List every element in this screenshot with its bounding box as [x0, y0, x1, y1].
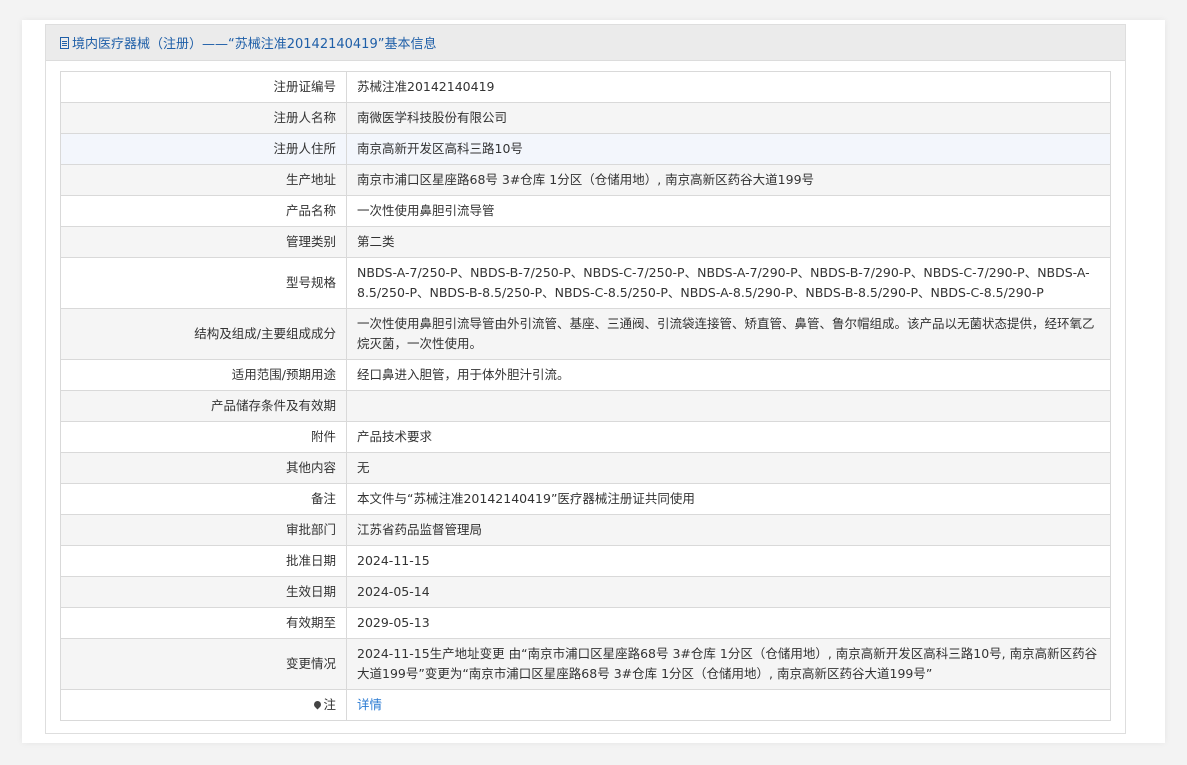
- row-value: 无: [346, 452, 1111, 484]
- row-value: 南京市浦口区星座路68号 3#仓库 1分区（仓储用地）, 南京高新区药谷大道19…: [346, 164, 1111, 196]
- row-value: 江苏省药品监督管理局: [346, 514, 1111, 546]
- table-row: 注册证编号 苏械注准20142140419: [60, 71, 1111, 103]
- row-label: 生产地址: [60, 164, 347, 196]
- row-value: 一次性使用鼻胆引流导管由外引流管、基座、三通阀、引流袋连接管、矫直管、鼻管、鲁尔…: [346, 308, 1111, 360]
- row-label: 结构及组成/主要组成成分: [60, 308, 347, 360]
- panel-header: 境内医疗器械（注册）——“苏械注准20142140419”基本信息: [46, 25, 1125, 61]
- pin-icon: [313, 699, 323, 710]
- row-value: [346, 390, 1111, 422]
- row-label: 备注: [60, 483, 347, 515]
- row-label: 型号规格: [60, 257, 347, 309]
- row-value: 南微医学科技股份有限公司: [346, 102, 1111, 134]
- row-label: 生效日期: [60, 576, 347, 608]
- row-label: 注册人住所: [60, 133, 347, 165]
- row-label: 变更情况: [60, 638, 347, 690]
- row-value-cell: 详情: [346, 689, 1111, 721]
- info-panel: 境内医疗器械（注册）——“苏械注准20142140419”基本信息 注册证编号 …: [45, 24, 1126, 734]
- row-label: 有效期至: [60, 607, 347, 639]
- table-row: 注 详情: [60, 689, 1111, 721]
- row-value: 一次性使用鼻胆引流导管: [346, 195, 1111, 227]
- row-label: 适用范围/预期用途: [60, 359, 347, 391]
- table-row: 审批部门 江苏省药品监督管理局: [60, 514, 1111, 546]
- row-label: 注册人名称: [60, 102, 347, 134]
- row-value: 第二类: [346, 226, 1111, 258]
- table-row: 型号规格 NBDS-A-7/250-P、NBDS-B-7/250-P、NBDS-…: [60, 257, 1111, 309]
- row-value: 2024-11-15: [346, 545, 1111, 577]
- table-row: 附件 产品技术要求: [60, 421, 1111, 453]
- table-row: 备注 本文件与“苏械注准20142140419”医疗器械注册证共同使用: [60, 483, 1111, 515]
- document-icon: [60, 36, 69, 49]
- row-value: 经口鼻进入胆管，用于体外胆汁引流。: [346, 359, 1111, 391]
- row-label: 产品名称: [60, 195, 347, 227]
- table-row: 其他内容 无: [60, 452, 1111, 484]
- table-row: 产品储存条件及有效期: [60, 390, 1111, 422]
- row-value: 苏械注准20142140419: [346, 71, 1111, 103]
- table-row: 注册人住所 南京高新开发区高科三路10号: [60, 133, 1111, 165]
- row-value: 南京高新开发区高科三路10号: [346, 133, 1111, 165]
- row-value: NBDS-A-7/250-P、NBDS-B-7/250-P、NBDS-C-7/2…: [346, 257, 1111, 309]
- table-row: 适用范围/预期用途 经口鼻进入胆管，用于体外胆汁引流。: [60, 359, 1111, 391]
- row-label: 其他内容: [60, 452, 347, 484]
- row-label: 审批部门: [60, 514, 347, 546]
- table-row: 注册人名称 南微医学科技股份有限公司: [60, 102, 1111, 134]
- row-value: 2029-05-13: [346, 607, 1111, 639]
- row-label: 产品储存条件及有效期: [60, 390, 347, 422]
- table-row: 生效日期 2024-05-14: [60, 576, 1111, 608]
- page-title: 境内医疗器械（注册）——“苏械注准20142140419”基本信息: [72, 37, 437, 52]
- table-row: 产品名称 一次性使用鼻胆引流导管: [60, 195, 1111, 227]
- table-row: 生产地址 南京市浦口区星座路68号 3#仓库 1分区（仓储用地）, 南京高新区药…: [60, 164, 1111, 196]
- row-value: 2024-11-15生产地址变更 由“南京市浦口区星座路68号 3#仓库 1分区…: [346, 638, 1111, 690]
- row-value: 产品技术要求: [346, 421, 1111, 453]
- info-table: 注册证编号 苏械注准20142140419 注册人名称 南微医学科技股份有限公司…: [60, 71, 1111, 721]
- row-value: 本文件与“苏械注准20142140419”医疗器械注册证共同使用: [346, 483, 1111, 515]
- table-row: 变更情况 2024-11-15生产地址变更 由“南京市浦口区星座路68号 3#仓…: [60, 638, 1111, 690]
- table-row: 批准日期 2024-11-15: [60, 545, 1111, 577]
- details-link[interactable]: 详情: [357, 697, 382, 712]
- note-label-cell: 注: [60, 689, 347, 721]
- row-label: 批准日期: [60, 545, 347, 577]
- table-row: 管理类别 第二类: [60, 226, 1111, 258]
- page-container: 境内医疗器械（注册）——“苏械注准20142140419”基本信息 注册证编号 …: [22, 20, 1165, 743]
- table-row: 结构及组成/主要组成成分 一次性使用鼻胆引流导管由外引流管、基座、三通阀、引流袋…: [60, 308, 1111, 360]
- row-label: 管理类别: [60, 226, 347, 258]
- row-label: 注册证编号: [60, 71, 347, 103]
- row-value: 2024-05-14: [346, 576, 1111, 608]
- row-label: 注: [323, 697, 336, 712]
- table-row: 有效期至 2029-05-13: [60, 607, 1111, 639]
- row-label: 附件: [60, 421, 347, 453]
